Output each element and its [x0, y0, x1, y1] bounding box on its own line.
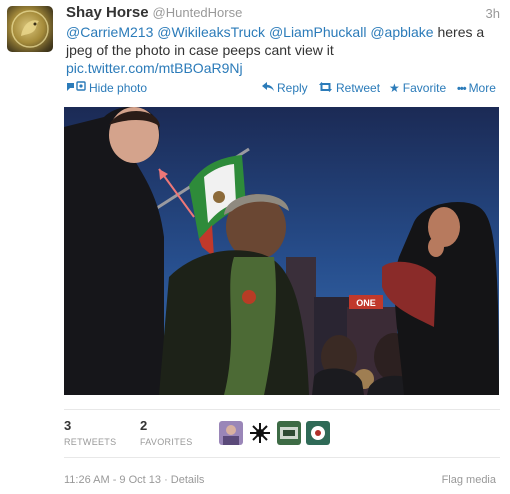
- retweet-icon: [318, 82, 333, 95]
- svg-text:ONE: ONE: [356, 298, 376, 308]
- favoriter-avatar[interactable]: [219, 421, 243, 445]
- mention-link[interactable]: @CarrieM213: [66, 24, 153, 40]
- tweet-time[interactable]: 3h: [486, 6, 500, 21]
- author-fullname[interactable]: Shay Horse: [66, 4, 149, 21]
- building-sign: ONE: [356, 298, 376, 308]
- tweet-photo[interactable]: ONE: [64, 107, 499, 395]
- avatar[interactable]: [7, 6, 53, 52]
- reply-button[interactable]: Reply: [262, 81, 308, 95]
- retweet-button[interactable]: Retweet: [318, 81, 380, 95]
- favoriter-avatar[interactable]: [306, 421, 330, 445]
- reply-icon: [262, 82, 274, 95]
- author-username[interactable]: @HuntedHorse: [153, 5, 243, 20]
- media-link[interactable]: pic.twitter.com/mtBBOaR9Nj: [66, 59, 496, 77]
- divider: [64, 457, 500, 458]
- favoriter-avatar[interactable]: [277, 421, 301, 445]
- favoriter-avatar[interactable]: [248, 421, 272, 445]
- tweet-text: @CarrieM213 @WikileaksTruck @LiamPhuckal…: [66, 23, 496, 77]
- mention-link[interactable]: @WikileaksTruck: [157, 24, 265, 40]
- details-link[interactable]: Details: [171, 474, 205, 486]
- favorites-count: 2: [140, 418, 148, 433]
- tweet-actions: Hide photo Reply Retweet ★ Favorite ••• Mo…: [66, 79, 502, 97]
- retweets-count: 3: [64, 418, 72, 433]
- tweet-timestamp[interactable]: 11:26 AM - 9 Oct 13: [64, 474, 161, 486]
- star-icon: ★: [389, 81, 400, 95]
- ellipsis-icon: •••: [457, 83, 467, 95]
- photo-icon: [66, 81, 86, 95]
- retweets-stat[interactable]: 3 RETWEETS: [64, 418, 116, 447]
- favorites-label: FAVORITES: [140, 437, 193, 447]
- tweet-header: Shay Horse @HuntedHorse 3h: [66, 4, 502, 24]
- tweet-meta: 11:26 AM - 9 Oct 13 · Details: [64, 474, 205, 486]
- flag-media-link[interactable]: Flag media: [442, 474, 496, 486]
- divider: [64, 409, 500, 410]
- retweets-label: RETWEETS: [64, 437, 117, 447]
- mention-link[interactable]: @apblake: [370, 24, 433, 40]
- favorites-stat[interactable]: 2 FAVORITES: [140, 418, 193, 447]
- favorite-button[interactable]: ★ Favorite: [389, 81, 446, 95]
- hide-photo-button[interactable]: Hide photo: [66, 81, 147, 95]
- more-button[interactable]: ••• More: [457, 81, 496, 95]
- mention-link[interactable]: @LiamPhuckall: [269, 24, 366, 40]
